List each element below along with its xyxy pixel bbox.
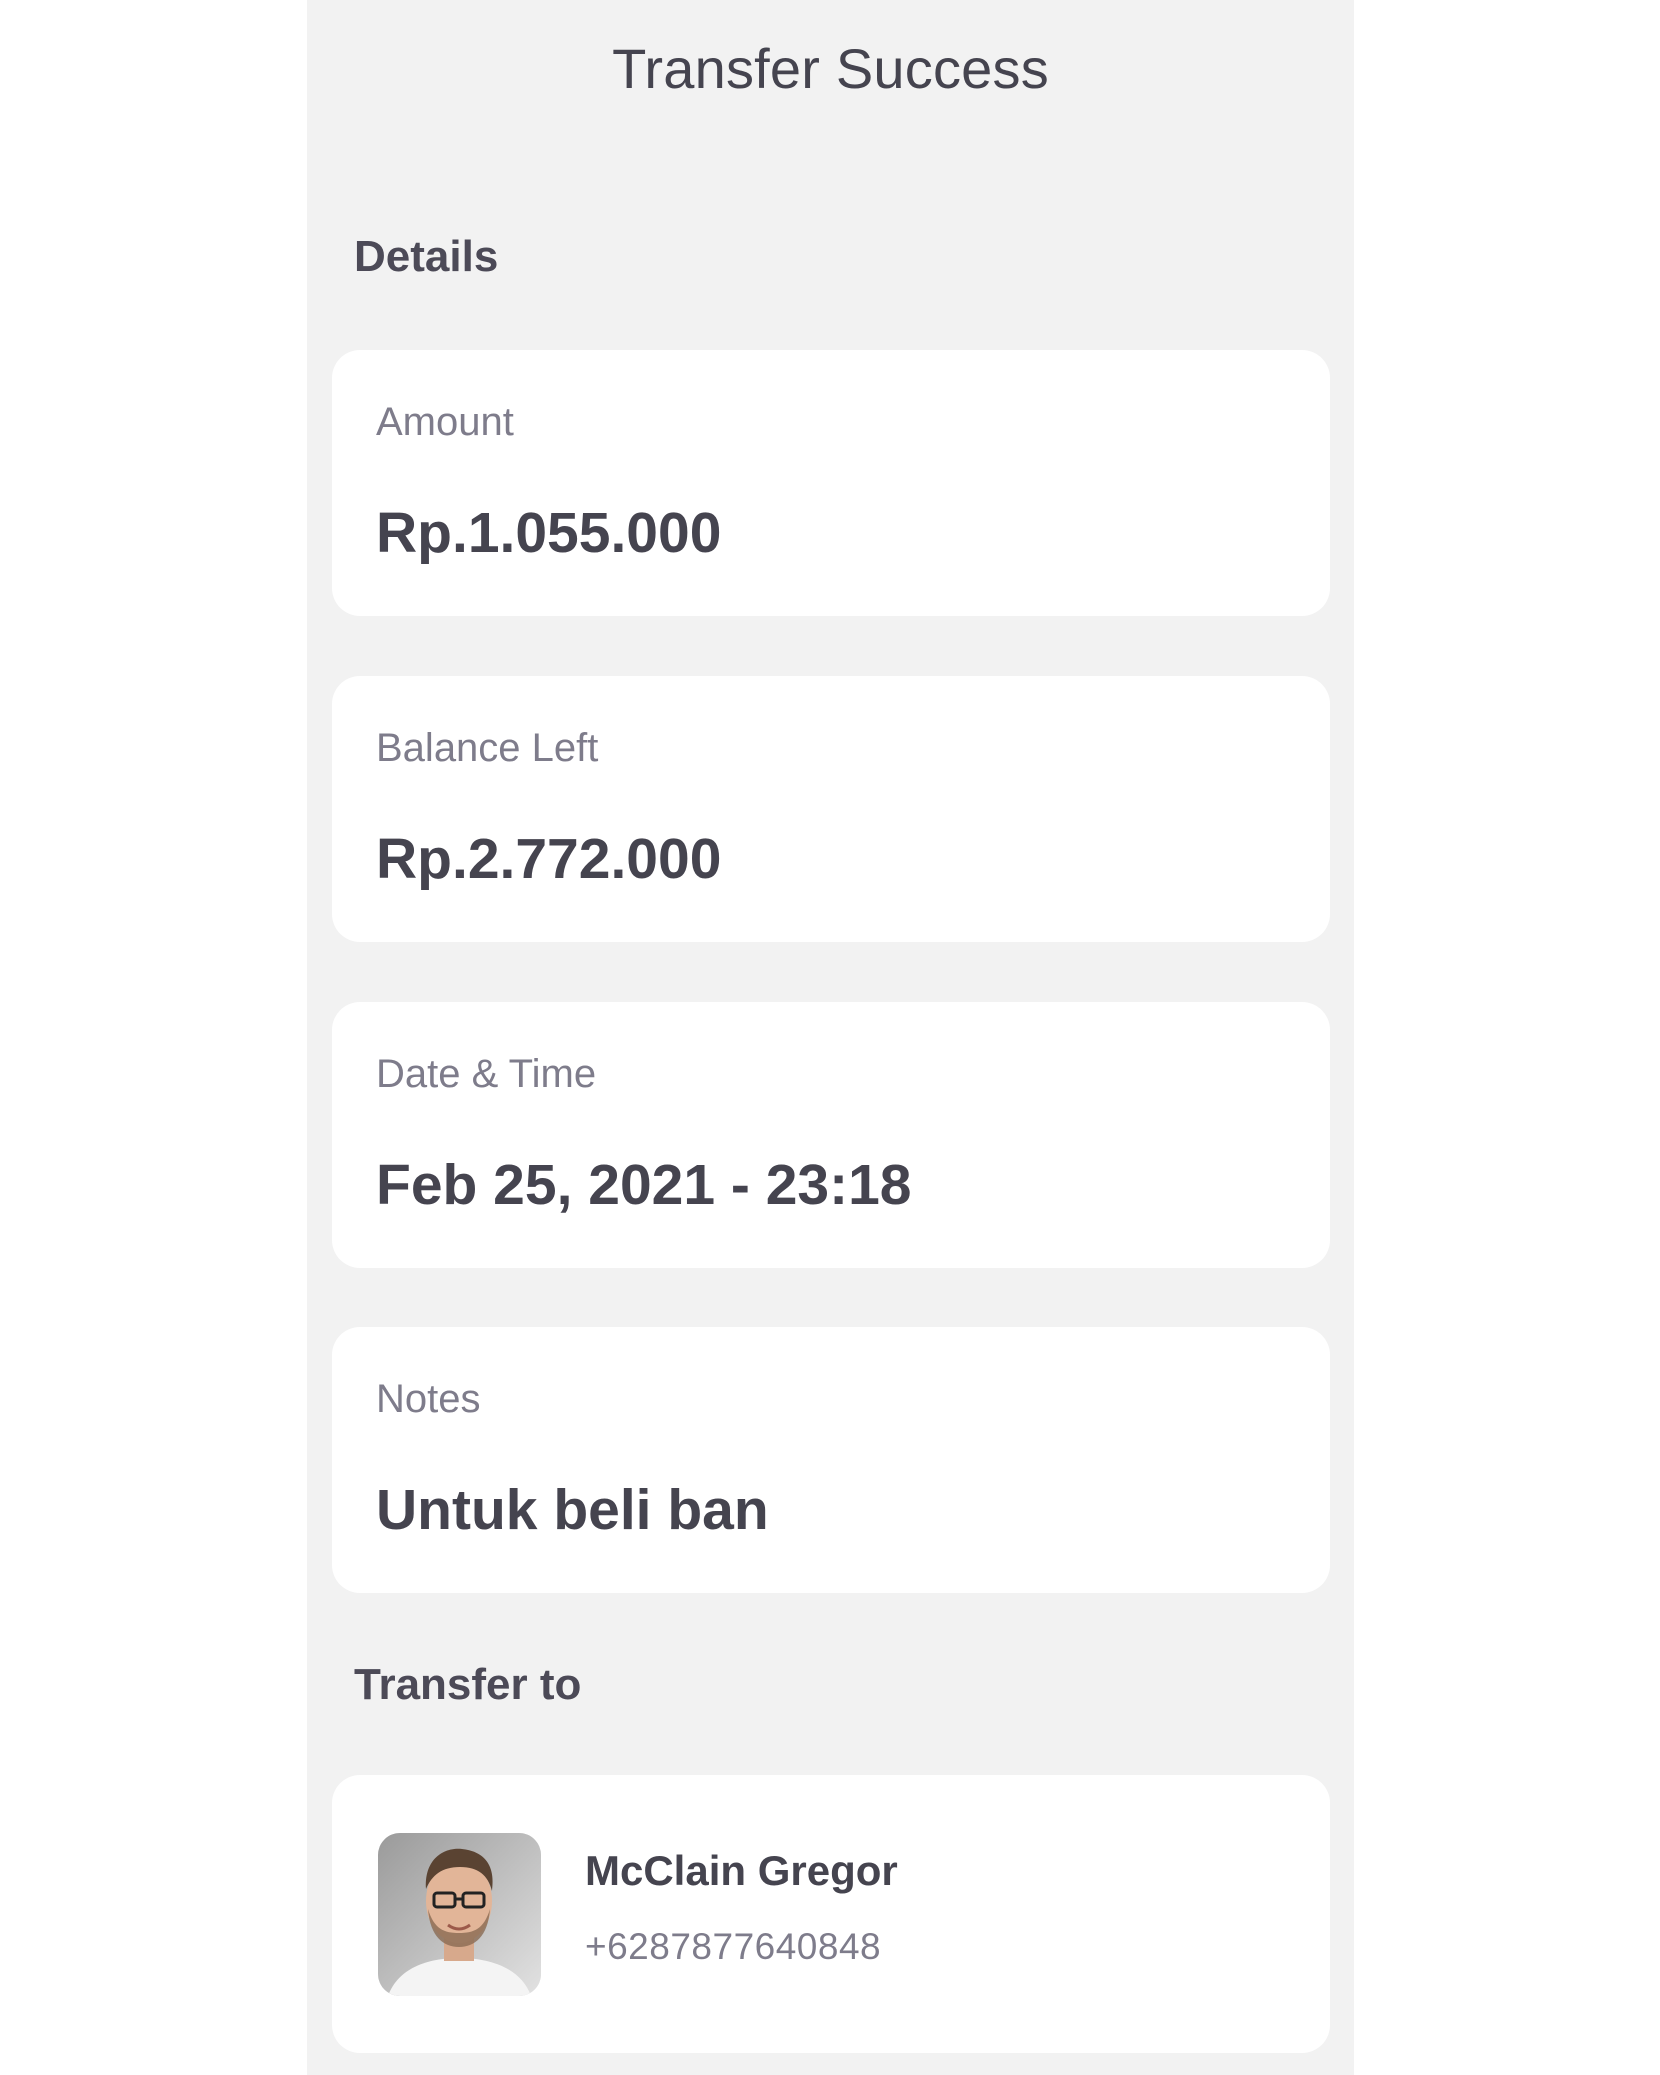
notes-label: Notes (376, 1377, 481, 1421)
balance-left-card: Balance Left Rp.2.772.000 (332, 676, 1330, 942)
details-section-label: Details (354, 232, 499, 281)
recipient-name: McClain Gregor (585, 1847, 898, 1894)
recipient-phone: +6287877640848 (585, 1926, 882, 1967)
amount-value: Rp.1.055.000 (376, 501, 722, 565)
page-title: Transfer Success (612, 37, 1049, 100)
balance-left-value: Rp.2.772.000 (376, 827, 722, 891)
transfer-success-screen: Transfer Success Details Amount Rp.1.055… (307, 0, 1354, 2075)
balance-left-label: Balance Left (376, 726, 599, 770)
date-time-value: Feb 25, 2021 - 23:18 (376, 1153, 912, 1217)
amount-label: Amount (376, 400, 514, 444)
avatar (378, 1833, 541, 1996)
notes-card: Notes Untuk beli ban (332, 1327, 1330, 1593)
user-photo-avatar-icon (378, 1833, 541, 1996)
notes-value: Untuk beli ban (376, 1478, 769, 1542)
date-time-card: Date & Time Feb 25, 2021 - 23:18 (332, 1002, 1330, 1268)
transfer-to-section-label: Transfer to (354, 1660, 582, 1709)
amount-card: Amount Rp.1.055.000 (332, 350, 1330, 616)
date-time-label: Date & Time (376, 1052, 597, 1096)
